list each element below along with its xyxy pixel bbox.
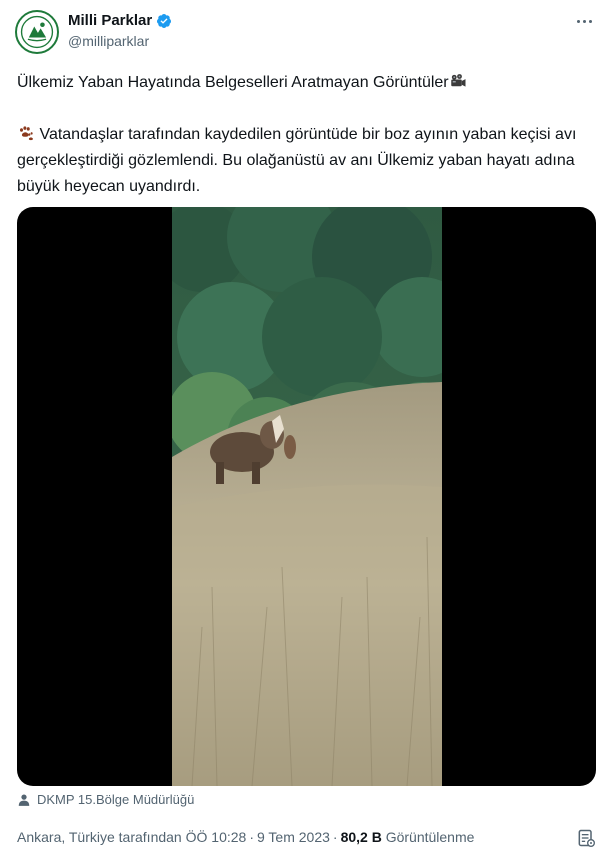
verified-badge-icon bbox=[157, 13, 172, 28]
views-label: Görüntülenme bbox=[385, 829, 475, 845]
post-body-text: Vatandaşlar tarafından kaydedilen görünt… bbox=[17, 126, 577, 195]
post-body: Vatandaşlar tarafından kaydedilen görünt… bbox=[17, 122, 597, 200]
movie-camera-icon bbox=[450, 74, 466, 87]
post-title: Ülkemiz Yaban Hayatında Belgeselleri Ara… bbox=[17, 72, 597, 94]
media-credit[interactable]: DKMP 15.Bölge Müdürlüğü bbox=[17, 792, 194, 807]
video-thumbnail bbox=[172, 207, 442, 786]
more-dots-icon bbox=[576, 19, 580, 23]
views-count: 80,2 B bbox=[340, 829, 382, 845]
meta-separator: · bbox=[249, 829, 254, 845]
meta-separator: · bbox=[332, 829, 338, 845]
display-name[interactable]: Milli Parklar bbox=[68, 12, 152, 29]
analytics-icon[interactable] bbox=[576, 828, 596, 848]
milli-parklar-logo bbox=[18, 13, 56, 51]
media-credit-label[interactable]: DKMP 15.Bölge Müdürlüğü bbox=[37, 792, 194, 807]
post-date[interactable]: 9 Tem 2023 bbox=[257, 829, 330, 845]
account-name-row[interactable]: Milli Parklar bbox=[68, 12, 172, 29]
post-location-time[interactable]: Ankara, Türkiye tarafından ÖÖ 10:28 bbox=[17, 829, 246, 845]
video-player[interactable] bbox=[17, 207, 596, 786]
person-icon bbox=[18, 793, 30, 806]
paw-prints-icon bbox=[20, 126, 33, 141]
account-handle[interactable]: @milliparklar bbox=[68, 33, 149, 49]
more-options-button[interactable] bbox=[572, 11, 596, 31]
post-title-text: Ülkemiz Yaban Hayatında Belgeselleri Ara… bbox=[17, 74, 449, 91]
avatar[interactable] bbox=[15, 10, 59, 54]
post-meta: Ankara, Türkiye tarafından ÖÖ 10:28 · 9 Te… bbox=[17, 829, 474, 845]
